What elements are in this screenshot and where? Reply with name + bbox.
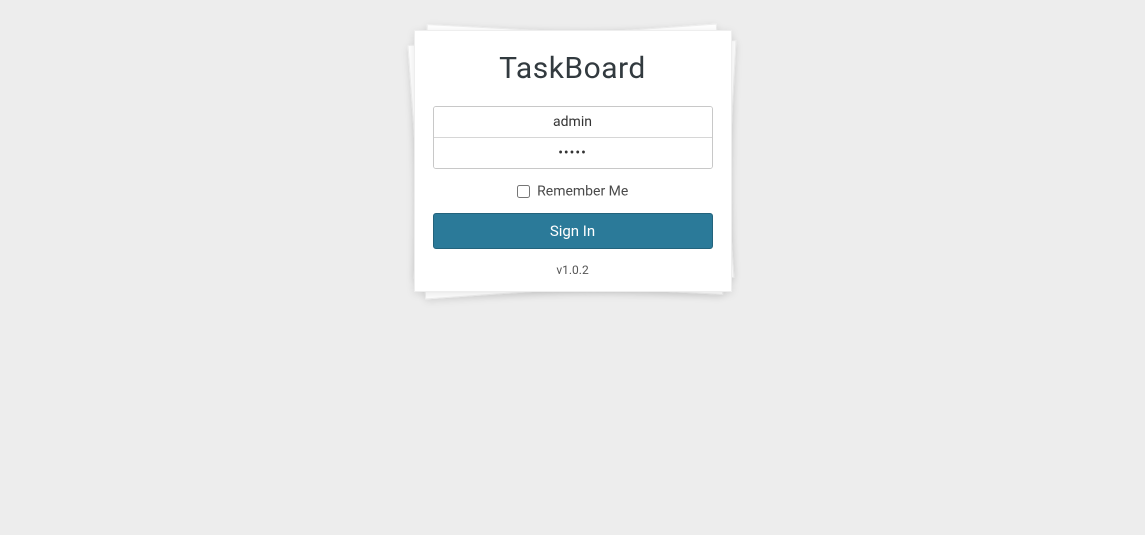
remember-row: Remember Me — [433, 183, 713, 199]
remember-checkbox[interactable] — [517, 185, 530, 198]
login-card: TaskBoard Remember Me Sign In v1.0.2 — [414, 30, 732, 292]
version-label: v1.0.2 — [433, 263, 713, 277]
username-input[interactable] — [434, 107, 712, 138]
password-input[interactable] — [434, 138, 712, 168]
app-title: TaskBoard — [433, 51, 713, 86]
signin-button[interactable]: Sign In — [433, 213, 713, 249]
input-group — [433, 106, 713, 169]
remember-label[interactable]: Remember Me — [537, 183, 628, 199]
